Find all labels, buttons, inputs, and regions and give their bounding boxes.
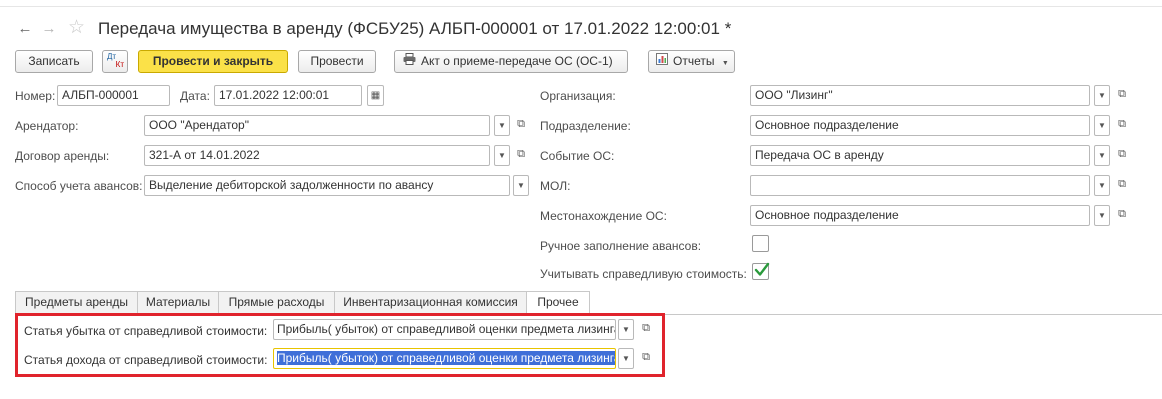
contract-open-button[interactable]: ⧉ (512, 145, 530, 166)
division-dropdown[interactable]: ▼ (1094, 115, 1110, 136)
post-button[interactable]: Провести (298, 50, 376, 73)
manual-advances-checkbox[interactable] (752, 235, 769, 252)
act-os1-label: Акт о приеме-передаче ОС (ОС-1) (421, 54, 613, 68)
reports-label: Отчеты (673, 54, 715, 68)
event-label: Событие ОС: (540, 149, 615, 163)
back-button[interactable]: ← (14, 19, 36, 39)
division-field[interactable]: Основное подразделение (750, 115, 1090, 136)
dt-kt-icon: Дт Кт (107, 52, 124, 69)
mol-open-button[interactable]: ⧉ (1113, 175, 1131, 196)
division-label: Подразделение: (540, 119, 631, 133)
organization-label: Организация: (540, 89, 616, 103)
open-external-icon: ⧉ (1118, 118, 1126, 130)
contract-dropdown[interactable]: ▼ (494, 145, 510, 166)
open-external-icon: ⧉ (1118, 208, 1126, 220)
number-label: Номер: (15, 89, 56, 103)
advance-method-label: Способ учета авансов: (15, 179, 143, 193)
fair-value-checkbox[interactable] (752, 261, 770, 281)
organization-dropdown[interactable]: ▼ (1094, 85, 1110, 106)
location-open-button[interactable]: ⧉ (1113, 205, 1131, 226)
tab-direct-costs[interactable]: Прямые расходы (219, 292, 335, 314)
page-title: Передача имущества в аренду (ФСБУ25) АЛБ… (98, 19, 732, 38)
checkmark-icon (754, 261, 770, 281)
contract-field[interactable]: 321-А от 14.01.2022 (144, 145, 490, 166)
chevron-down-icon: ▼ (517, 181, 525, 190)
date-label: Дата: (180, 89, 210, 103)
manual-advances-label: Ручное заполнение авансов: (540, 239, 702, 253)
tab-other[interactable]: Прочее (527, 292, 590, 315)
chevron-down-icon: ▼ (1098, 121, 1106, 130)
arrow-left-icon: ← (17, 20, 33, 37)
number-field[interactable]: АЛБП-000001 (57, 85, 170, 106)
chevron-down-icon: ▼ (721, 60, 729, 67)
post-and-close-button[interactable]: Провести и закрыть (138, 50, 288, 73)
open-external-icon: ⧉ (517, 118, 525, 130)
reports-button[interactable]: Отчеты ▼ (648, 50, 735, 73)
tab-inventory-commission[interactable]: Инвентаризационная комиссия (335, 292, 527, 314)
highlight-frame (15, 313, 665, 377)
arrow-right-icon: → (41, 20, 57, 37)
advance-method-dropdown[interactable]: ▼ (513, 175, 529, 196)
organization-open-button[interactable]: ⧉ (1113, 85, 1131, 106)
contract-label: Договор аренды: (15, 149, 110, 163)
open-external-icon: ⧉ (1118, 148, 1126, 160)
chevron-down-icon: ▼ (498, 121, 506, 130)
event-open-button[interactable]: ⧉ (1113, 145, 1131, 166)
forward-button[interactable]: → (38, 19, 60, 39)
tab-materials[interactable]: Материалы (138, 292, 219, 314)
event-dropdown[interactable]: ▼ (1094, 145, 1110, 166)
location-dropdown[interactable]: ▼ (1094, 205, 1110, 226)
tab-lease-items[interactable]: Предметы аренды (16, 292, 138, 314)
lessee-dropdown[interactable]: ▼ (494, 115, 510, 136)
save-button[interactable]: Записать (15, 50, 93, 73)
fair-value-label: Учитывать справедливую стоимость: (540, 267, 747, 281)
division-open-button[interactable]: ⧉ (1113, 115, 1131, 136)
advance-method-field[interactable]: Выделение дебиторской задолженности по а… (144, 175, 510, 196)
open-external-icon: ⧉ (1118, 178, 1126, 190)
chevron-down-icon: ▼ (1098, 151, 1106, 160)
chevron-down-icon: ▼ (1098, 211, 1106, 220)
mol-field[interactable] (750, 175, 1090, 196)
window-top-border (0, 6, 1162, 7)
printer-icon (403, 51, 416, 72)
dt-kt-button[interactable]: Дт Кт (102, 50, 128, 73)
mol-label: МОЛ: (540, 179, 571, 193)
event-field[interactable]: Передача ОС в аренду (750, 145, 1090, 166)
lessee-field[interactable]: ООО "Арендатор" (144, 115, 490, 136)
chevron-down-icon: ▼ (498, 151, 506, 160)
open-external-icon: ⧉ (1118, 88, 1126, 100)
open-external-icon: ⧉ (517, 148, 525, 160)
report-icon (656, 51, 668, 72)
calendar-icon: ▦ (370, 90, 381, 101)
chevron-down-icon: ▼ (1098, 181, 1106, 190)
lessee-label: Арендатор: (15, 119, 79, 133)
location-field[interactable]: Основное подразделение (750, 205, 1090, 226)
calendar-button[interactable]: ▦ (367, 85, 384, 106)
mol-dropdown[interactable]: ▼ (1094, 175, 1110, 196)
location-label: Местонахождение ОС: (540, 209, 667, 223)
date-field[interactable]: 17.01.2022 12:00:01 (214, 85, 362, 106)
lessee-open-button[interactable]: ⧉ (512, 115, 530, 136)
favorite-star-icon[interactable]: ☆ (68, 17, 85, 39)
chevron-down-icon: ▼ (1098, 91, 1106, 100)
organization-field[interactable]: ООО "Лизинг" (750, 85, 1090, 106)
act-os1-button[interactable]: Акт о приеме-передаче ОС (ОС-1) (394, 50, 628, 73)
